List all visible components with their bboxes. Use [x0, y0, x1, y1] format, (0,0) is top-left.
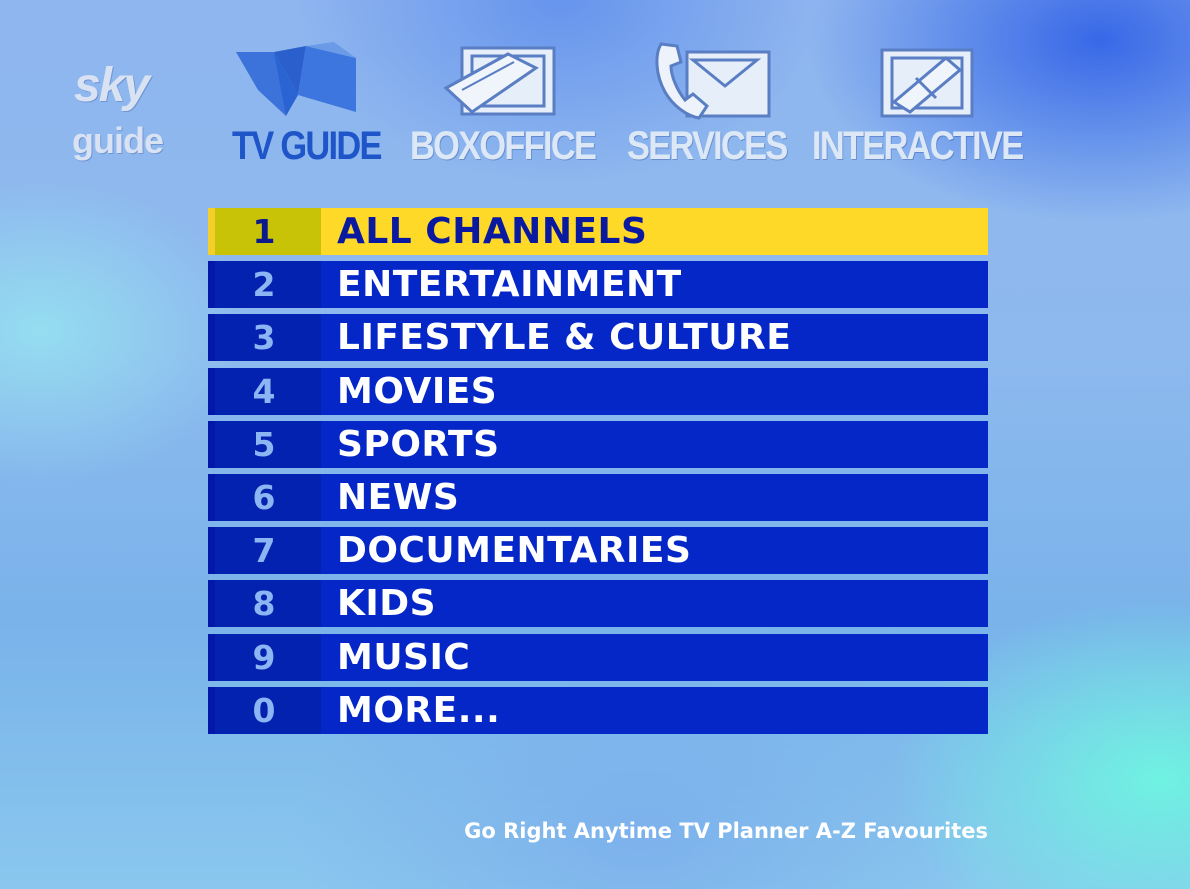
tab-services-label: SERVICES: [627, 124, 788, 168]
menu-item-edge: [208, 580, 215, 628]
menu-item-label: DOCUMENTARIES: [321, 527, 988, 575]
menu-item-label: MOVIES: [321, 367, 988, 415]
tab-interactive-label: INTERACTIVE: [812, 124, 1024, 168]
sky-guide-logo: sky guide: [72, 58, 202, 168]
menu-item-edge: [208, 261, 215, 309]
menu-item-number: 9: [215, 633, 321, 681]
footer-hint: Go Right Anytime TV Planner A-Z Favourit…: [464, 819, 988, 843]
menu-item-kids[interactable]: 8 KIDS: [208, 580, 988, 628]
channel-category-menu: 1 ALL CHANNELS 2 ENTERTAINMENT 3 LIFESTYLE & …: [208, 208, 988, 740]
interactive-icon: [880, 48, 974, 118]
menu-item-documentaries[interactable]: 7 DOCUMENTARIES: [208, 527, 988, 575]
tab-tv-guide[interactable]: TV GUIDE: [232, 40, 402, 170]
phone-letter-icon: [655, 42, 771, 120]
menu-item-number: 3: [215, 314, 321, 362]
menu-item-number: 1: [215, 208, 321, 255]
menu-item-lifestyle-culture[interactable]: 3 LIFESTYLE & CULTURE: [208, 314, 988, 362]
tab-boxoffice[interactable]: BOXOFFICE: [410, 40, 620, 170]
top-navigation: sky guide TV GUIDE BOXOFFICE SERVICES IN…: [0, 0, 1190, 180]
tab-boxoffice-label: BOXOFFICE: [410, 124, 597, 168]
tab-interactive[interactable]: INTERACTIVE: [812, 40, 1052, 170]
menu-item-number: 4: [215, 367, 321, 415]
menu-item-edge: [208, 367, 215, 415]
menu-item-music[interactable]: 9 MUSIC: [208, 633, 988, 681]
menu-item-number: 2: [215, 261, 321, 309]
menu-item-edge: [208, 208, 215, 255]
menu-item-number: 0: [215, 686, 321, 734]
menu-item-edge: [208, 633, 215, 681]
menu-item-label: MUSIC: [321, 633, 988, 681]
menu-item-movies[interactable]: 4 MOVIES: [208, 367, 988, 415]
menu-item-label: ENTERTAINMENT: [321, 261, 988, 309]
logo-guide-text: guide: [72, 120, 164, 161]
ticket-icon: [444, 46, 556, 116]
menu-item-label: SPORTS: [321, 420, 988, 468]
tab-services[interactable]: SERVICES: [627, 40, 807, 170]
menu-item-edge: [208, 420, 215, 468]
menu-item-edge: [208, 473, 215, 521]
menu-item-edge: [208, 527, 215, 575]
menu-item-label: ALL CHANNELS: [321, 208, 988, 255]
menu-item-entertainment[interactable]: 2 ENTERTAINMENT: [208, 261, 988, 309]
menu-item-sports[interactable]: 5 SPORTS: [208, 420, 988, 468]
tv-guide-icon: [236, 42, 356, 116]
menu-item-number: 6: [215, 473, 321, 521]
menu-item-edge: [208, 314, 215, 362]
menu-item-number: 7: [215, 527, 321, 575]
menu-item-number: 8: [215, 580, 321, 628]
menu-item-news[interactable]: 6 NEWS: [208, 473, 988, 521]
menu-item-label: MORE...: [321, 686, 988, 734]
tab-tv-guide-label: TV GUIDE: [232, 124, 382, 168]
menu-item-more[interactable]: 0 MORE...: [208, 686, 988, 734]
menu-item-label: NEWS: [321, 473, 988, 521]
menu-item-label: KIDS: [321, 580, 988, 628]
menu-item-all-channels[interactable]: 1 ALL CHANNELS: [208, 208, 988, 255]
menu-item-number: 5: [215, 420, 321, 468]
logo-sky-text: sky: [74, 59, 150, 112]
menu-item-edge: [208, 686, 215, 734]
menu-item-label: LIFESTYLE & CULTURE: [321, 314, 988, 362]
